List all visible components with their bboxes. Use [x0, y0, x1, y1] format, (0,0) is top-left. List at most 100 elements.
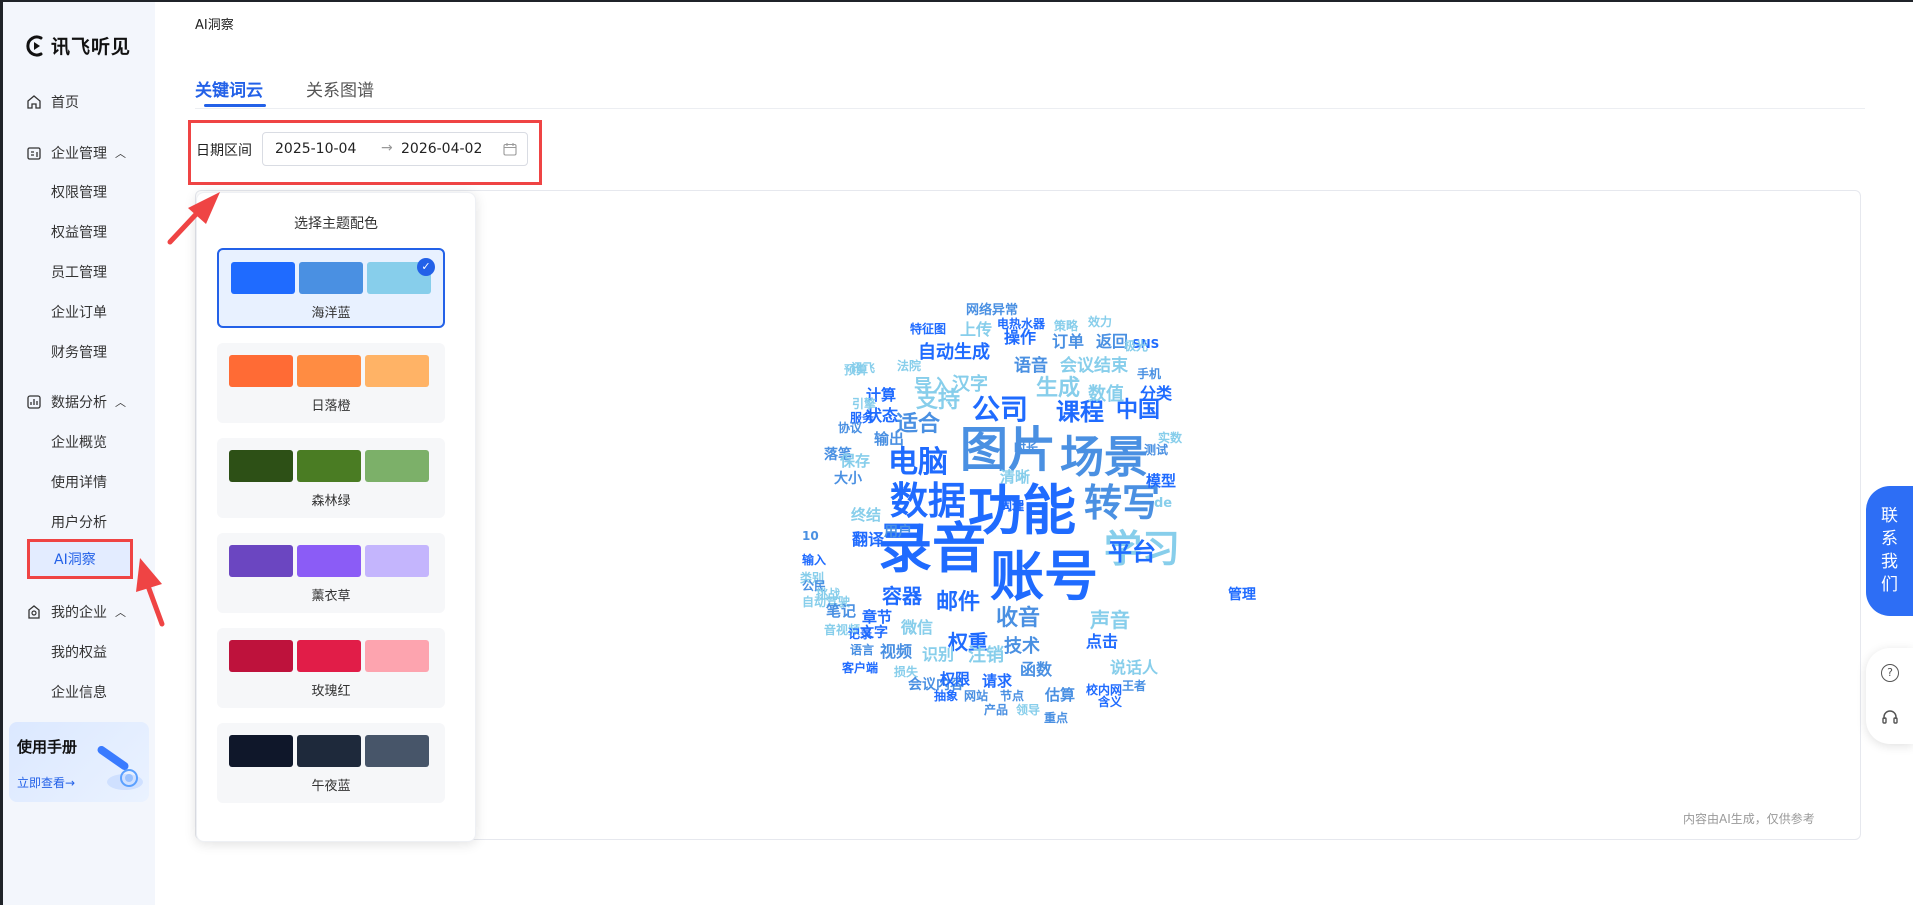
word-cloud-word[interactable]: 领导: [1016, 704, 1040, 716]
word-cloud-word[interactable]: 时长: [1014, 442, 1038, 454]
word-cloud-word[interactable]: 函数: [1020, 662, 1052, 678]
word-cloud-word[interactable]: 注销: [968, 647, 1004, 665]
word-cloud-word[interactable]: 管理: [1228, 588, 1256, 602]
theme-option[interactable]: 海洋蓝 ✓: [217, 248, 445, 328]
sidebar-item-benefits[interactable]: 权益管理: [51, 218, 107, 246]
word-cloud-word[interactable]: 含义: [1098, 696, 1122, 708]
word-cloud-word[interactable]: 订单: [1052, 334, 1084, 350]
word-cloud-word[interactable]: 邮件: [936, 592, 980, 614]
word-cloud-word[interactable]: 策略: [1054, 320, 1078, 332]
sidebar-item-ai-insight[interactable]: AI洞察: [27, 539, 133, 579]
word-cloud-word[interactable]: 记录: [848, 628, 872, 640]
word-cloud-word[interactable]: 生成: [1036, 378, 1080, 400]
word-cloud-word[interactable]: 语音: [1014, 358, 1048, 375]
word-cloud-word[interactable]: 测试: [1144, 444, 1168, 456]
word-cloud-word[interactable]: 网站: [964, 690, 988, 702]
word-cloud-word[interactable]: 上传: [960, 322, 992, 338]
word-cloud-word[interactable]: 收音: [996, 608, 1040, 630]
sidebar-item-usage[interactable]: 使用详情: [51, 468, 107, 496]
word-cloud-word[interactable]: 汉字: [952, 376, 988, 394]
word-cloud-word[interactable]: 平台: [1108, 540, 1156, 564]
word-cloud-word[interactable]: 电脑: [888, 448, 948, 478]
word-cloud-word[interactable]: 客户端: [842, 662, 878, 674]
date-range-picker[interactable]: 2025-10-04 → 2026-04-02: [262, 132, 528, 166]
word-cloud-word[interactable]: 笔记: [826, 604, 856, 619]
word-cloud-word[interactable]: 人士: [1000, 500, 1024, 512]
date-end-input[interactable]: 2026-04-02: [401, 141, 482, 157]
word-cloud-word[interactable]: 场景: [1060, 436, 1148, 480]
word-cloud-word[interactable]: 翻译: [852, 532, 884, 548]
word-cloud-word[interactable]: 效力: [1088, 316, 1112, 328]
word-cloud-word[interactable]: 网络异常: [966, 304, 1018, 317]
word-cloud-word[interactable]: 清晰: [1000, 470, 1030, 485]
word-cloud-word[interactable]: 极光: [1124, 340, 1148, 352]
word-cloud-word[interactable]: 操作: [1004, 330, 1036, 346]
theme-option[interactable]: 森林绿: [217, 438, 445, 518]
word-cloud-word[interactable]: 王者: [1122, 680, 1146, 692]
word-cloud-word[interactable]: 技术: [1004, 638, 1040, 656]
word-cloud-word[interactable]: 节点: [1000, 690, 1024, 702]
logo[interactable]: 讯飞听见: [25, 32, 131, 59]
sidebar-item-orders[interactable]: 企业订单: [51, 298, 107, 326]
word-cloud-word[interactable]: 估算: [1045, 688, 1075, 703]
word-cloud-word[interactable]: 语言: [850, 644, 874, 656]
word-cloud-word[interactable]: 终结: [851, 508, 881, 523]
word-cloud-word[interactable]: 输出: [874, 432, 904, 447]
word-cloud-word[interactable]: 数据: [890, 482, 966, 520]
sidebar-item-finance[interactable]: 财务管理: [51, 338, 107, 366]
word-cloud-word[interactable]: 自动生成: [918, 344, 990, 362]
sidebar-item-permissions[interactable]: 权限管理: [51, 178, 107, 206]
theme-option[interactable]: 玫瑰红: [217, 628, 445, 708]
nav-group-enterprise[interactable]: 企业管理 ︿: [3, 137, 155, 169]
manual-card[interactable]: 使用手册 立即查看→: [9, 722, 149, 802]
sidebar-item-my-benefits[interactable]: 我的权益: [51, 638, 107, 666]
calendar-icon[interactable]: [503, 142, 517, 156]
word-cloud-word[interactable]: 声音: [1090, 610, 1130, 630]
manual-link[interactable]: 立即查看→: [17, 774, 75, 791]
theme-option[interactable]: 薰衣草: [217, 533, 445, 613]
word-cloud-word[interactable]: 协议: [838, 422, 862, 434]
word-cloud-word[interactable]: 预算: [844, 364, 868, 376]
word-cloud-word[interactable]: 重点: [1044, 712, 1068, 724]
word-cloud-word[interactable]: 微信: [901, 620, 933, 636]
date-start-input[interactable]: 2025-10-04: [275, 141, 356, 157]
word-cloud-word[interactable]: 识别: [922, 647, 954, 663]
word-cloud-word[interactable]: 大小: [834, 472, 862, 486]
word-cloud-word[interactable]: 容器: [882, 586, 922, 606]
word-cloud-word[interactable]: 手机: [1137, 368, 1161, 380]
sidebar-item-overview[interactable]: 企业概览: [51, 428, 107, 456]
word-cloud-word[interactable]: 抽象: [934, 690, 958, 702]
word-cloud-word[interactable]: 电热水器: [997, 318, 1045, 330]
word-cloud-word[interactable]: 点击: [1086, 634, 1118, 650]
nav-group-analytics[interactable]: 数据分析 ︿: [3, 386, 155, 418]
word-cloud-word[interactable]: 数值: [1088, 386, 1124, 404]
contact-us-button[interactable]: 联 系 我 们: [1866, 486, 1913, 616]
word-cloud-word[interactable]: 用户: [884, 525, 912, 539]
word-cloud-word[interactable]: 图片: [960, 426, 1056, 474]
help-icon[interactable]: ?: [1881, 664, 1899, 682]
word-cloud-word[interactable]: 公司: [972, 396, 1028, 424]
word-cloud-word[interactable]: 模型: [1146, 474, 1176, 489]
word-cloud-word[interactable]: 法院: [897, 360, 921, 372]
word-cloud-word[interactable]: 请求: [982, 674, 1012, 689]
tab-keyword-cloud[interactable]: 关键词云: [195, 76, 263, 101]
word-cloud-word[interactable]: 分类: [1140, 386, 1172, 402]
word-cloud-word[interactable]: 权限: [940, 672, 970, 687]
word-cloud-word[interactable]: 保存: [840, 454, 870, 469]
theme-option[interactable]: 日落橙: [217, 343, 445, 423]
word-cloud-word[interactable]: de: [1154, 497, 1172, 510]
word-cloud-word[interactable]: 引擎: [852, 398, 876, 410]
word-cloud-word[interactable]: 会议结束: [1060, 358, 1128, 375]
word-cloud-word[interactable]: 账号: [990, 550, 1098, 604]
theme-option[interactable]: 午夜蓝: [217, 723, 445, 803]
headset-icon[interactable]: [1880, 708, 1900, 728]
sidebar-item-enterprise-info[interactable]: 企业信息: [51, 678, 107, 706]
sidebar-item-user-analysis[interactable]: 用户分析: [51, 508, 107, 536]
word-cloud-word[interactable]: 说话人: [1110, 660, 1158, 676]
word-cloud-word[interactable]: 特征图: [910, 323, 946, 335]
word-cloud-word[interactable]: 产品: [984, 704, 1008, 716]
word-cloud-word[interactable]: 输入: [802, 554, 826, 566]
word-cloud-word[interactable]: 视频: [880, 644, 912, 660]
word-cloud-word[interactable]: 章节: [862, 610, 892, 625]
nav-home[interactable]: 首页: [3, 86, 155, 118]
